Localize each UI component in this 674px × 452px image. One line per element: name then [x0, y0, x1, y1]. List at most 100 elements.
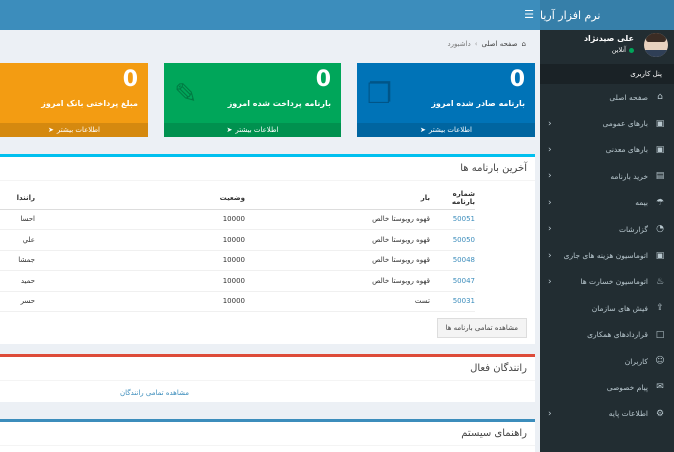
bill-number-link[interactable]: 50051	[453, 215, 475, 223]
column-header: وضعیت	[35, 187, 245, 210]
sidebar-item[interactable]: ☂ بیمه ‹	[540, 190, 674, 216]
home-icon[interactable]: ⌂	[522, 40, 526, 48]
sidebar-item-label: کاربران	[624, 356, 648, 366]
chevron-left-icon: ‹	[548, 171, 552, 182]
truck-icon: ▣	[655, 118, 665, 129]
stat-label: بارنامه پرداخت شده امروز	[227, 99, 331, 108]
view-all-bills-button[interactable]: مشاهده تمامی بارنامه ها	[436, 318, 527, 338]
cogs-icon: ⚙	[655, 408, 665, 419]
stat-label: مبلغ پرداختی بانک امروز	[41, 99, 138, 108]
cell-load: قهوه روبوستا خالص	[245, 209, 430, 230]
sidebar-item[interactable]: ♨ اتوماسیون خسارت ها ‹	[540, 269, 674, 295]
sidebar-item-label: بیمه	[635, 198, 648, 208]
sidebar-item[interactable]: ▣ اتوماسیون هزینه های جاری ‹	[540, 242, 674, 268]
app-logo[interactable]: نرم افزار آریا	[540, 0, 674, 30]
sidebar-item-label: اتوماسیون هزینه های جاری	[563, 251, 648, 261]
cell-driver: حميد	[0, 270, 35, 292]
cell-load: قهوه روبوستا خالص	[245, 250, 430, 271]
cell-number: 50031	[430, 291, 475, 312]
cell-load: قهوه روبوستا خالص	[245, 229, 430, 251]
cell-status: 10000	[35, 250, 245, 271]
sidebar-item-label: اطلاعات پایه	[608, 409, 648, 419]
chevron-left-icon: ‹	[548, 276, 552, 287]
cell-number: 50051	[430, 209, 475, 230]
hamburger-menu-icon[interactable]: ☰	[524, 8, 534, 21]
chevron-left-icon: ‹	[548, 224, 552, 235]
chevron-left-icon: ‹	[548, 144, 552, 155]
sidebar-item-label: خرید بارنامه	[610, 171, 648, 181]
panel-title: آخرین بارنامه ها	[0, 157, 535, 181]
stat-box-paid-today: 0 بارنامه پرداخت شده امروز ✎ اطلاعات بیش…	[164, 63, 341, 137]
sidebar-item-label: بارهای معدنی	[605, 145, 648, 155]
clipboard-icon: ✎	[174, 77, 198, 110]
bill-number-link[interactable]: 50047	[453, 277, 475, 285]
table-row: 50051 قهوه روبوستا خالص 10000 احسا	[0, 209, 475, 230]
panel-title: رانندگان فعال	[0, 357, 535, 381]
stat-value: 0	[315, 67, 331, 92]
more-info-label: اطلاعات بیشتر	[235, 126, 279, 134]
chevron-left-icon: ‹	[548, 250, 552, 261]
sidebar-item[interactable]: ▣ بارهای عمومی ‹	[540, 110, 674, 136]
envelope-icon: ✉	[656, 382, 664, 393]
breadcrumb-current: داشبورد	[447, 40, 471, 48]
sidebar-item[interactable]: ▣ بارهای معدنی ‹	[540, 137, 674, 163]
more-info-link[interactable]: اطلاعات بیشتر ➤	[164, 123, 341, 137]
table-row: 50031 تست 10000 حسر	[0, 291, 475, 312]
arrow-circle-icon: ➤	[48, 126, 54, 134]
bill-number-link[interactable]: 50050	[453, 236, 475, 244]
cell-driver: جمشا	[0, 250, 35, 271]
panel-title: راهنمای سیستم	[0, 422, 535, 446]
column-header: بار	[245, 187, 430, 210]
bill-number-link[interactable]: 50031	[453, 297, 475, 305]
more-info-link[interactable]: اطلاعات بیشتر ➤	[0, 123, 148, 137]
cell-number: 50047	[430, 270, 475, 292]
sidebar-item[interactable]: ◔ گزارشات ‹	[540, 216, 674, 242]
table-row: 50050 قهوه روبوستا خالص 10000 علي	[0, 229, 475, 251]
chevron-left-icon: ‹	[548, 118, 552, 129]
bill-number-link[interactable]: 50048	[453, 256, 475, 264]
user-panel: علی صیدنژاد آنلاین	[540, 30, 674, 64]
pie-chart-icon: ◔	[656, 224, 664, 235]
more-info-label: اطلاعات بیشتر	[428, 126, 472, 134]
stat-value: 0	[122, 67, 138, 92]
sidebar-item[interactable]: □ قراردادهای همکاری	[540, 322, 674, 348]
breadcrumb-home[interactable]: صفحه اصلی	[482, 40, 518, 48]
sidebar-item-label: فیش های سازمان	[591, 303, 648, 313]
sidebar-item[interactable]: ⚙ اطلاعات پایه ‹	[540, 401, 674, 427]
table-row: 50047 قهوه روبوستا خالص 10000 حميد	[0, 270, 475, 292]
sidebar-menu: ⌂ صفحه اصلی ▣ بارهای عمومی ‹ ▣ بارهای معدنی ‹ ▤ خ…	[540, 84, 674, 427]
file-icon: □	[655, 329, 665, 340]
more-info-link[interactable]: اطلاعات بیشتر ➤	[357, 123, 535, 137]
latest-bills-table: شماره بارنامه بار وضعیت رانندا 50051 قهوه…	[0, 187, 475, 312]
latest-bills-panel: آخرین بارنامه ها شماره بارنامه بار وضعیت…	[0, 154, 535, 344]
arrow-circle-icon: ➤	[420, 126, 426, 134]
top-navbar: ☰	[0, 0, 540, 30]
sidebar-item-label: قراردادهای همکاری	[587, 330, 648, 340]
files-icon: ❐	[367, 77, 393, 110]
stat-value: 0	[509, 67, 525, 92]
cell-status: 10000	[35, 270, 245, 292]
cell-load: قهوه روبوستا خالص	[245, 270, 430, 292]
cell-driver: علي	[0, 229, 35, 251]
sidebar-item[interactable]: ✉ پیام خصوصی	[540, 374, 674, 400]
user-status: آنلاین	[540, 46, 634, 54]
sidebar-item[interactable]: ▤ خرید بارنامه ‹	[540, 163, 674, 189]
sidebar-item[interactable]: ⌂ صفحه اصلی	[540, 84, 674, 110]
sidebar-item-label: صفحه اصلی	[609, 92, 648, 102]
arrow-circle-icon: ➤	[226, 126, 233, 134]
cell-status: 10000	[35, 291, 245, 312]
home-icon: ⌂	[657, 92, 663, 103]
users-icon: ☺	[655, 356, 665, 367]
sidebar-item-label: گزارشات	[618, 224, 648, 234]
sidebar: نرم افزار آریا علی صیدنژاد آنلاین پنل کا…	[540, 0, 674, 452]
stat-box-bank-payment: 0 مبلغ پرداختی بانک امروز اطلاعات بیشتر …	[0, 63, 148, 137]
user-status-label: آنلاین	[611, 46, 626, 54]
sidebar-item[interactable]: ⇪ فیش های سازمان	[540, 295, 674, 321]
truck-icon: ▣	[655, 250, 665, 261]
view-all-drivers-link[interactable]: مشاهده تمامی رانندگان	[120, 389, 189, 397]
sidebar-item[interactable]: ☺ کاربران	[540, 348, 674, 374]
cell-status: 10000	[35, 229, 245, 251]
cell-number: 50048	[430, 250, 475, 271]
upload-icon: ⇪	[656, 303, 664, 314]
breadcrumb: ⌂ صفحه اصلی › داشبورد	[448, 40, 526, 48]
